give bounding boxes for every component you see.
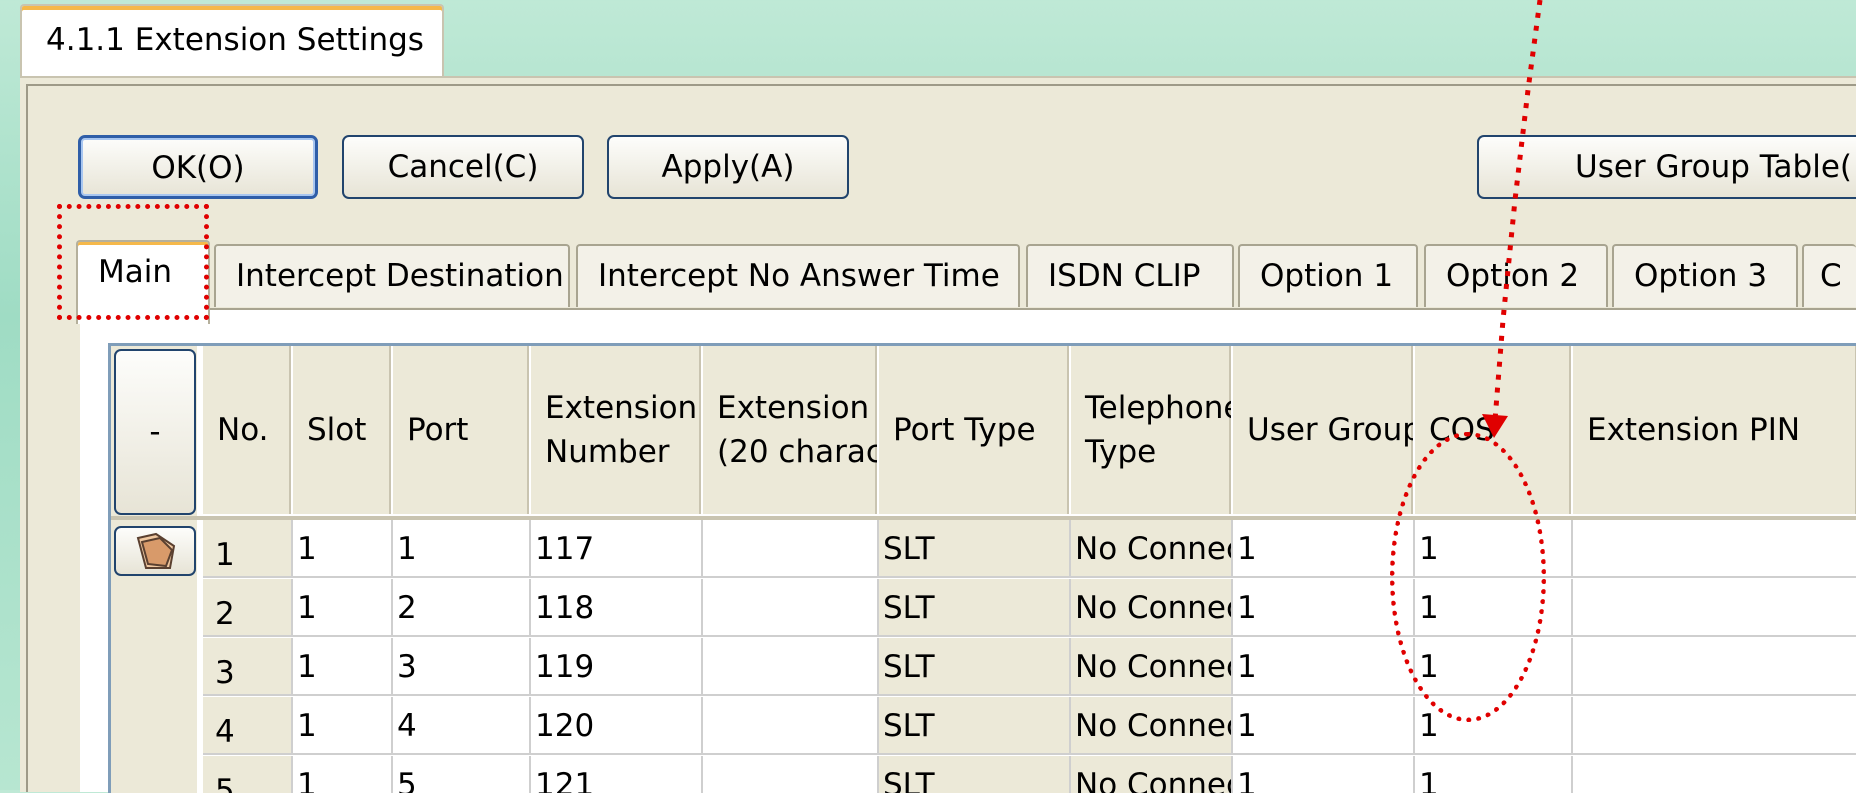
annotation-arrow xyxy=(1482,0,1543,438)
